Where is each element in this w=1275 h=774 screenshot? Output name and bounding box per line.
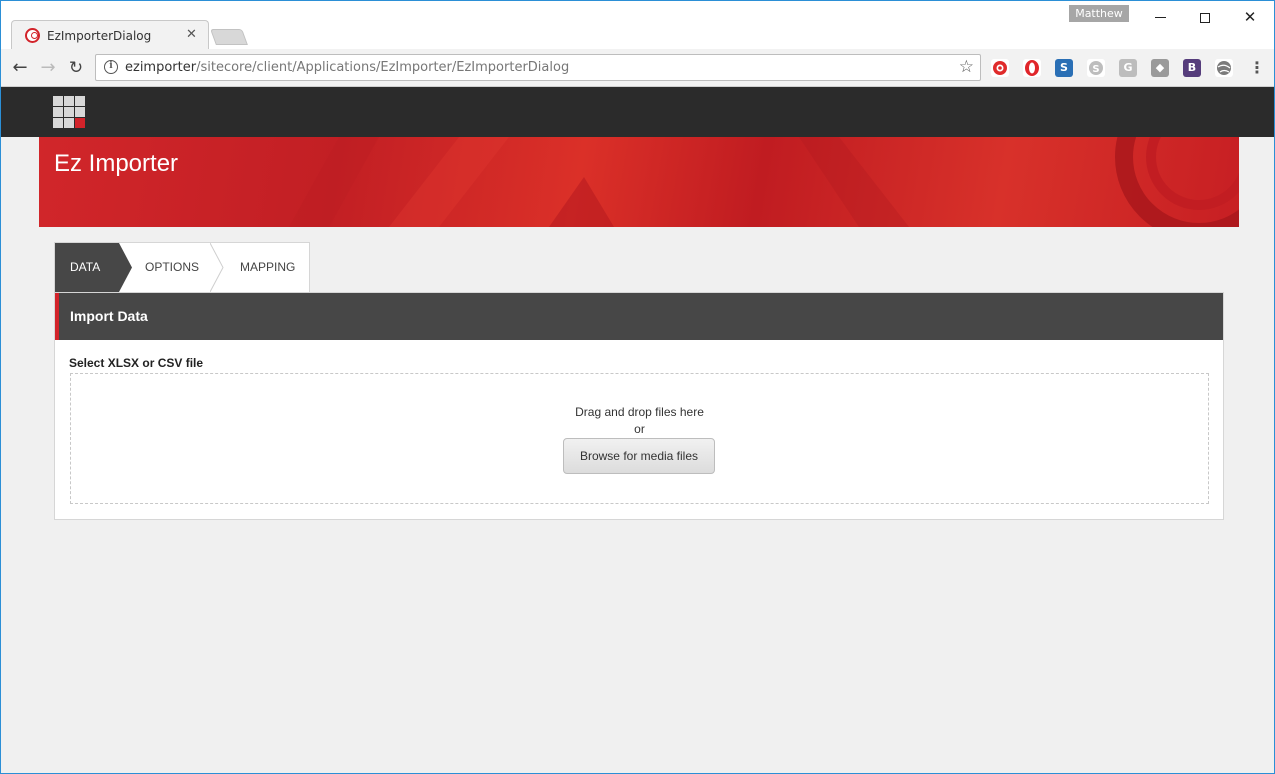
maximize-icon [1200, 12, 1210, 23]
tab-title: EzImporterDialog [47, 29, 152, 43]
back-button[interactable]: ← [9, 57, 31, 79]
opera-extension-icon[interactable] [1023, 59, 1041, 77]
step-divider [210, 243, 224, 292]
sitecore-global-header [1, 87, 1274, 137]
svg-text:S: S [1092, 64, 1099, 75]
tab-options-label: OPTIONS [145, 260, 200, 274]
file-field-label: Select XLSX or CSV file [69, 356, 204, 370]
tab-mapping-label: MAPPING [240, 260, 296, 274]
info-icon[interactable]: i [104, 60, 118, 74]
browser-window: EzImporterDialog ✕ Matthew ✕ ← → ↻ i ezi… [0, 0, 1275, 774]
tab-data[interactable]: DATA [55, 243, 117, 292]
dropzone-or-text: or [634, 422, 645, 436]
tab-data-label: DATA [70, 260, 101, 274]
url-text[interactable]: ezimporter/sitecore/client/Applications/… [125, 60, 569, 75]
browse-media-button[interactable]: Browse for media files [563, 438, 715, 474]
file-dropzone[interactable]: Drag and drop files here or Browse for m… [70, 373, 1209, 504]
browser-tab[interactable]: EzImporterDialog ✕ [11, 20, 209, 50]
minimize-button[interactable] [1145, 6, 1175, 28]
panel-header: Import Data [55, 293, 1223, 340]
launchpad-icon[interactable] [53, 96, 86, 129]
new-tab-button[interactable] [210, 29, 248, 45]
minimize-icon [1154, 17, 1166, 18]
close-window-button[interactable]: ✕ [1235, 6, 1265, 28]
tab-close-icon[interactable]: ✕ [186, 27, 197, 42]
dropzone-text: Drag and drop files here [575, 405, 704, 419]
maximize-button[interactable] [1190, 6, 1220, 28]
s-extension-icon[interactable]: S [1055, 59, 1073, 77]
bookmark-star-icon[interactable]: ☆ [959, 57, 974, 77]
forward-button[interactable]: → [37, 57, 59, 79]
import-data-panel: Import Data Select XLSX or CSV file Drag… [54, 292, 1224, 520]
bootstrap-extension-icon[interactable]: B [1183, 59, 1201, 77]
panel-title: Import Data [70, 308, 148, 324]
skype-extension-icon[interactable]: S [1087, 59, 1105, 77]
address-bar[interactable]: i ezimporter/sitecore/client/Application… [95, 54, 981, 81]
g-extension-icon[interactable]: G [1119, 59, 1137, 77]
page-title: Ez Importer [54, 150, 179, 177]
browser-toolbar: ← → ↻ i ezimporter/sitecore/client/Appli… [1, 49, 1274, 87]
puzzle-extension-icon[interactable]: ◆ [1151, 59, 1169, 77]
url-path: /sitecore/client/Applications/EzImporter… [196, 60, 570, 75]
browser-menu-icon[interactable]: ⋮ [1249, 57, 1265, 79]
tab-strip: EzImporterDialog ✕ Matthew ✕ [1, 1, 1274, 50]
app-banner: Ez Importer [39, 137, 1239, 227]
step-arrow-active [115, 243, 132, 292]
profile-button[interactable]: Matthew [1069, 5, 1129, 22]
banner-decoration [289, 137, 1239, 227]
tab-mapping[interactable]: MAPPING [240, 243, 295, 292]
sitecore-favicon-icon [25, 28, 40, 43]
globe-extension-icon[interactable] [1215, 59, 1233, 77]
wizard-steps: DATA OPTIONS MAPPING [54, 242, 310, 292]
reload-button[interactable]: ↻ [65, 57, 87, 79]
url-host: ezimporter [125, 60, 197, 75]
red-circle-extension-icon[interactable] [991, 59, 1009, 77]
tab-options[interactable]: OPTIONS [145, 243, 199, 292]
